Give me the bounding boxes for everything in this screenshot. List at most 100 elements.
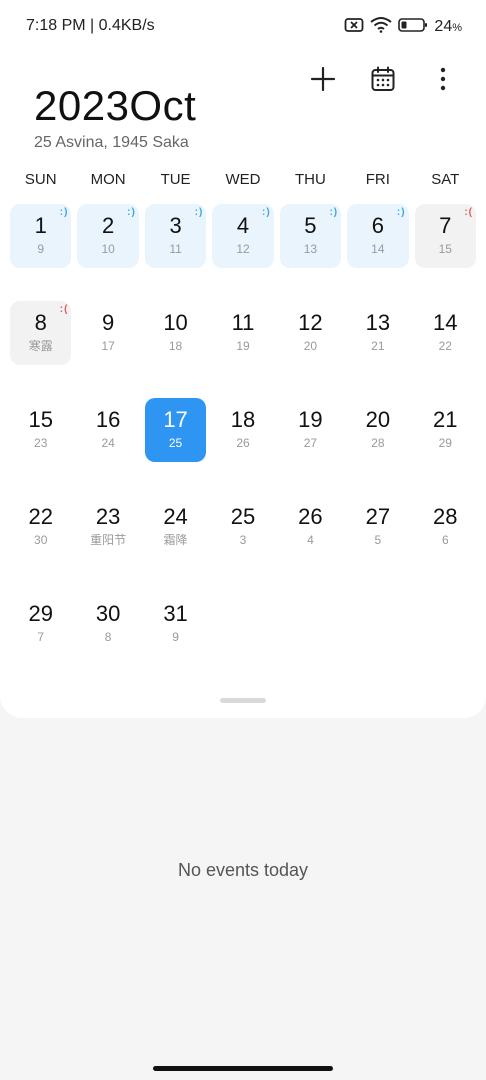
no-events-message: No events today: [177, 860, 309, 880]
day-number: 27: [365, 504, 391, 529]
gesture-nav-bar[interactable]: [153, 1066, 333, 1071]
lunar-date: 10: [101, 242, 115, 256]
holiday-badge: :(: [59, 304, 69, 315]
day-cell[interactable]: 29 7: [7, 592, 74, 689]
lunar-date: 20: [303, 339, 318, 353]
day-cell-today[interactable]: 17 25: [142, 398, 209, 495]
workday-badge: :): [194, 207, 204, 218]
lunar-date: 8: [104, 630, 112, 644]
drag-handle[interactable]: [220, 698, 266, 703]
day-cell[interactable]: 24 霜降: [142, 495, 209, 592]
lunar-date: 22: [438, 339, 452, 353]
weekday-header: SUN MON TUE WED THU FRI SAT: [7, 171, 479, 188]
day-cell[interactable]: 13 21: [344, 301, 411, 398]
day-cell[interactable]: 31 9: [142, 592, 209, 689]
day-cell[interactable]: 16 24: [74, 398, 141, 495]
day-number: 18: [230, 407, 256, 432]
day-number: 25: [230, 504, 256, 529]
plus-icon: [310, 66, 336, 92]
status-bar: 7:18 PM | 0.4KB/s 24%: [0, 0, 486, 54]
lunar-date: 9: [37, 242, 45, 256]
day-number: 29: [28, 601, 53, 626]
day-number: 19: [298, 407, 323, 432]
day-cell[interactable]: 21 29: [412, 398, 479, 495]
day-cell[interactable]: 4 12:): [209, 204, 276, 301]
calendar-icon: [371, 66, 395, 91]
battery-percent: 24%: [434, 18, 462, 36]
day-number: 10: [163, 310, 188, 335]
day-cell[interactable]: 25 3: [209, 495, 276, 592]
day-number: 13: [365, 310, 391, 335]
add-event-button[interactable]: [310, 62, 336, 96]
weekday-label: SAT: [431, 171, 460, 188]
lunar-date: 寒露: [28, 339, 53, 353]
day-number: 16: [95, 407, 121, 432]
day-cell[interactable]: 12 20: [277, 301, 344, 398]
weekday-label: MON: [90, 171, 126, 188]
battery-icon: [398, 17, 428, 38]
more-vert-icon: [440, 67, 446, 91]
day-cell[interactable]: 22 30: [7, 495, 74, 592]
toolbar: [310, 62, 456, 96]
day-cell[interactable]: 10 18: [142, 301, 209, 398]
day-cell[interactable]: 11 19: [209, 301, 276, 398]
workday-badge: :): [262, 207, 271, 218]
status-time-speed: 7:18 PM | 0.4KB/s: [26, 17, 155, 34]
day-cell[interactable]: 19 27: [277, 398, 344, 495]
lunar-date: 19: [236, 339, 250, 353]
battery-percent-value: 24: [434, 18, 453, 35]
day-cell[interactable]: 15 23: [7, 398, 74, 495]
lunar-date: 21: [371, 339, 385, 353]
day-cell[interactable]: 3 11:): [142, 204, 209, 301]
wifi-icon: [370, 16, 393, 38]
day-cell[interactable]: 5 13:): [277, 204, 344, 301]
day-cell[interactable]: 14 22: [412, 301, 479, 398]
holiday-badge: :(: [464, 207, 473, 218]
day-number: 23: [95, 504, 121, 529]
lunar-date: 23: [34, 436, 48, 450]
weekday-label: TUE: [160, 171, 191, 188]
day-number: 14: [433, 310, 458, 335]
weekday-label: SUN: [24, 171, 57, 188]
workday-badge: :): [127, 207, 136, 218]
lunar-date: 7: [37, 630, 45, 644]
weekday-label: THU: [295, 171, 326, 188]
day-number: 30: [95, 601, 121, 626]
day-cell[interactable]: 2 10:): [74, 204, 141, 301]
alt-calendar-date: 25 Asvina, 1945 Saka: [34, 134, 189, 151]
calendar-screen: 7:18 PM | 0.4KB/s 24% 2023Oct 25 Asvina,…: [0, 0, 486, 1080]
more-options-button[interactable]: [430, 62, 456, 96]
lunar-date: 15: [438, 242, 452, 256]
day-cell[interactable]: 9 17: [74, 301, 141, 398]
day-cell[interactable]: 20 28: [344, 398, 411, 495]
weekday-label: WED: [225, 171, 261, 188]
day-number: 11: [231, 310, 255, 335]
day-cell[interactable]: 27 5: [344, 495, 411, 592]
day-cell[interactable]: 30 8: [74, 592, 141, 689]
month-title[interactable]: 2023Oct: [34, 82, 196, 130]
day-cell[interactable]: 7 15:(: [412, 204, 479, 301]
day-number: 15: [28, 407, 53, 432]
day-number: 22: [28, 504, 53, 529]
day-cell[interactable]: 26 4: [277, 495, 344, 592]
lunar-date: 4: [307, 533, 314, 547]
day-cell[interactable]: 23 重阳节: [74, 495, 141, 592]
day-cell[interactable]: 8 寒露:(: [7, 301, 74, 398]
lunar-date: 29: [438, 436, 452, 450]
day-cell[interactable]: 18 26: [209, 398, 276, 495]
day-number: 28: [433, 504, 458, 529]
workday-badge: :): [59, 207, 69, 218]
day-cell[interactable]: 6 14:): [344, 204, 411, 301]
day-cell[interactable]: 1 9:): [7, 204, 74, 301]
weekday-label: FRI: [365, 171, 390, 188]
lunar-date: 13: [303, 242, 318, 256]
day-number: 12: [298, 310, 323, 335]
go-to-today-button[interactable]: [370, 62, 396, 96]
lunar-date: 14: [371, 242, 385, 256]
workday-badge: :): [396, 207, 406, 218]
day-cell[interactable]: 28 6: [412, 495, 479, 592]
day-number: 9: [102, 310, 115, 335]
workday-badge: :): [329, 207, 339, 218]
lunar-date: 30: [34, 533, 48, 547]
month-view-card: 7:18 PM | 0.4KB/s 24% 2023Oct 25 Asvina,…: [0, 0, 486, 718]
